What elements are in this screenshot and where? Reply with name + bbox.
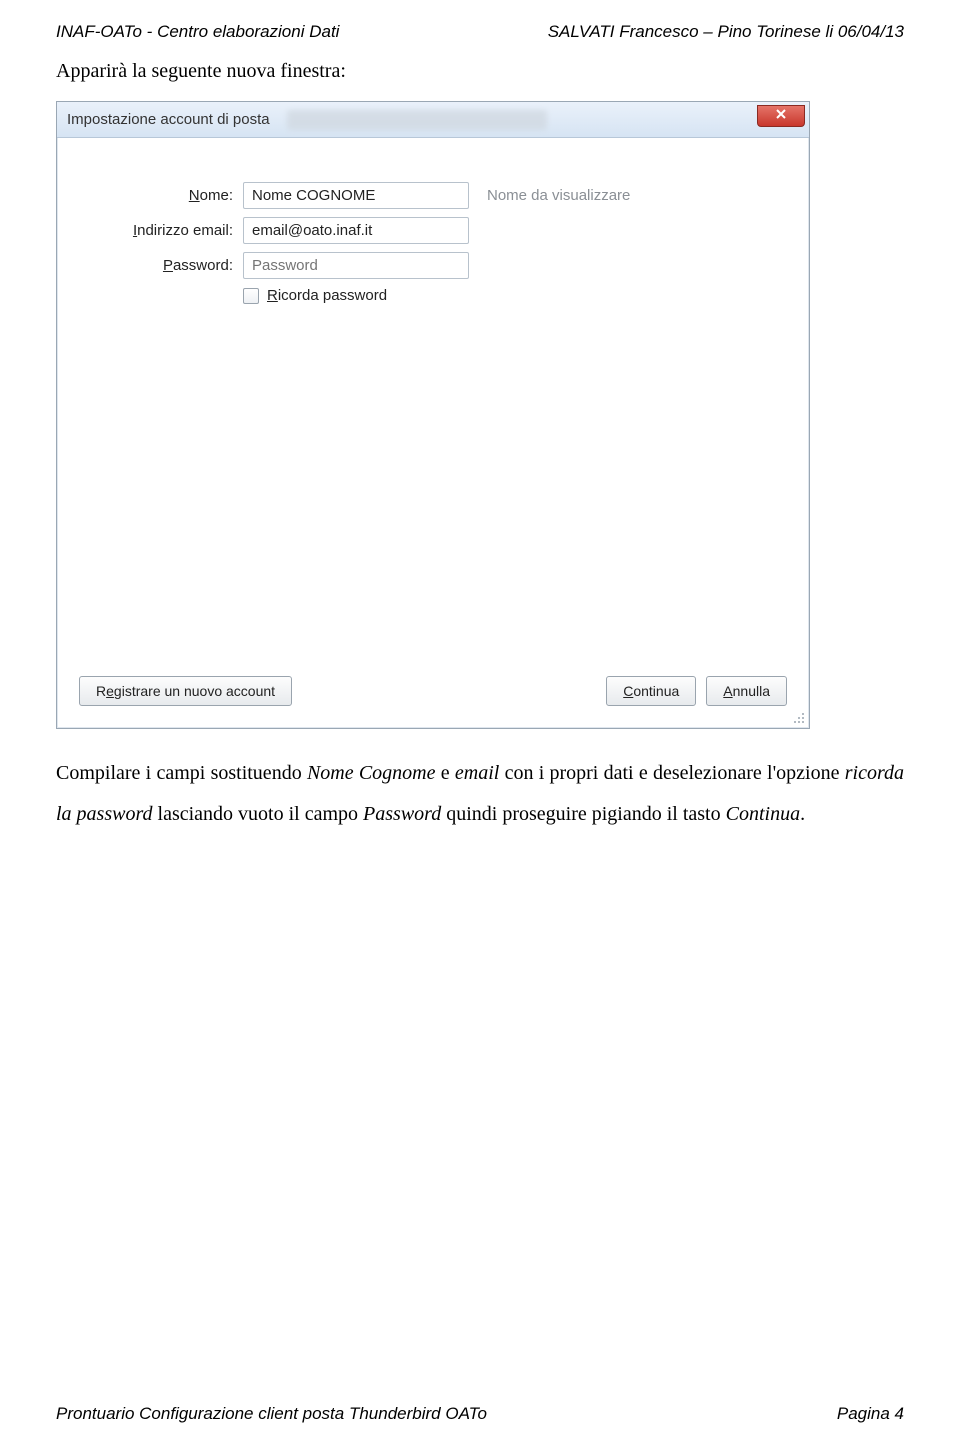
- register-post: gistrare un nuovo account: [114, 683, 275, 699]
- register-pre: R: [96, 683, 106, 699]
- label-name: Nome:: [85, 187, 243, 204]
- dialog-body: Nome: Nome da visualizzare Indirizzo ema…: [57, 138, 809, 728]
- label-pwd-ul: P: [163, 257, 173, 274]
- resize-grip-icon[interactable]: [791, 710, 807, 726]
- cancel-ul: A: [723, 683, 732, 699]
- p1d: email: [455, 762, 499, 784]
- row-name: Nome: Nome da visualizzare: [85, 182, 781, 209]
- email-input[interactable]: [243, 217, 469, 244]
- footer-left: Prontuario Configurazione client posta T…: [56, 1404, 487, 1424]
- remember-ul: R: [267, 287, 278, 304]
- p1h: Password: [363, 803, 441, 825]
- intro-text: Apparirà la seguente nuova finestra:: [0, 42, 960, 93]
- mail-setup-dialog: Impostazione account di posta Nome: Nome…: [56, 101, 810, 729]
- password-input[interactable]: [243, 252, 469, 279]
- remember-checkbox[interactable]: [243, 288, 259, 304]
- page-header: INAF-OATo - Centro elaborazioni Dati SAL…: [0, 0, 960, 42]
- register-ul: e: [106, 683, 114, 699]
- p1k: .: [800, 803, 805, 825]
- close-button[interactable]: [757, 105, 805, 127]
- close-icon: [775, 107, 787, 124]
- row-password: Password:: [85, 252, 781, 279]
- p1a: Compilare i campi sostituendo: [56, 762, 307, 784]
- row-email: Indirizzo email:: [85, 217, 781, 244]
- name-hint: Nome da visualizzare: [487, 187, 630, 204]
- titlebar-blur-region: [287, 110, 547, 130]
- continue-post: ontinua: [633, 683, 679, 699]
- remember-post: icorda password: [278, 287, 387, 304]
- cancel-post: nnulla: [733, 683, 770, 699]
- footer-right: Pagina 4: [837, 1404, 904, 1424]
- label-email: Indirizzo email:: [85, 222, 243, 239]
- register-account-button[interactable]: Registrare un nuovo account: [79, 676, 292, 706]
- p1b: Nome Cognome: [307, 762, 436, 784]
- label-name-ul: N: [189, 187, 200, 204]
- p1g: lasciando vuoto il campo: [153, 803, 364, 825]
- right-button-group: Continua Annulla: [606, 676, 787, 706]
- page-footer: Prontuario Configurazione client posta T…: [56, 1404, 904, 1424]
- p1i: quindi proseguire pigiando il tasto: [441, 803, 725, 825]
- cancel-button[interactable]: Annulla: [706, 676, 787, 706]
- instruction-paragraph: Compilare i campi sostituendo Nome Cogno…: [0, 729, 960, 835]
- label-name-post: ome:: [200, 187, 233, 204]
- p1c: e: [436, 762, 455, 784]
- remember-label: Ricorda password: [267, 287, 387, 304]
- header-right: SALVATI Francesco – Pino Torinese li 06/…: [548, 22, 904, 42]
- name-input[interactable]: [243, 182, 469, 209]
- dialog-titlebar: Impostazione account di posta: [57, 102, 809, 138]
- row-remember: Ricorda password: [243, 287, 781, 304]
- label-email-post: ndirizzo email:: [137, 222, 233, 239]
- continue-ul: C: [623, 683, 633, 699]
- label-pwd-post: assword:: [173, 257, 233, 274]
- continue-button[interactable]: Continua: [606, 676, 696, 706]
- header-left: INAF-OATo - Centro elaborazioni Dati: [56, 22, 339, 42]
- p1e: con i propri dati e deselezionare l'opzi…: [499, 762, 844, 784]
- dialog-button-row: Registrare un nuovo account Continua Ann…: [79, 676, 787, 706]
- p1j: Continua: [726, 803, 800, 825]
- label-password: Password:: [85, 257, 243, 274]
- dialog-title: Impostazione account di posta: [67, 111, 270, 128]
